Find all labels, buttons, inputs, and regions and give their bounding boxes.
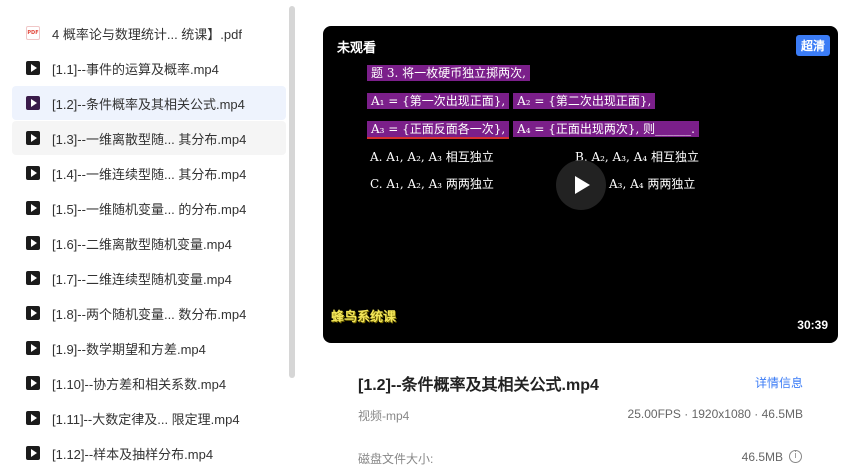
video-file-icon (26, 446, 40, 460)
file-type: 视频-mp4 (358, 409, 410, 423)
file-name: [1.5]--一维随机变量... 的分布.mp4 (52, 201, 247, 217)
play-button[interactable] (556, 160, 606, 210)
frame-event-a1: A₁ = {第一次出现正面}, (367, 93, 510, 109)
file-name: [1.2]--条件概率及其相关公式.mp4 (52, 96, 245, 112)
disk-size-value: 46.5MB (741, 450, 783, 464)
file-name: 4 概率论与数理统计... 统课】.pdf (52, 26, 242, 42)
file-item[interactable]: [1.2]--条件概率及其相关公式.mp4 (12, 86, 286, 120)
file-list: PDF 4 概率论与数理统计... 统课】.pdf [1.1]--事件的运算及概率.… (0, 0, 290, 473)
file-item[interactable]: PDF 4 概率论与数理统计... 统课】.pdf (12, 16, 286, 50)
file-name: [1.11]--大数定律及... 限定理.mp4 (52, 411, 240, 427)
video-file-icon (26, 411, 40, 425)
frame-watermark: 蜂鸟系统课 (331, 310, 397, 325)
file-item[interactable]: [1.6]--二维离散型随机变量.mp4 (12, 226, 286, 260)
file-item[interactable]: [1.7]--二维连续型随机变量.mp4 (12, 261, 286, 295)
video-file-icon (26, 201, 40, 215)
file-name: [1.3]--一维离散型随... 其分布.mp4 (52, 131, 247, 147)
file-item[interactable]: [1.1]--事件的运算及概率.mp4 (12, 51, 286, 85)
video-file-icon (26, 236, 40, 250)
pdf-file-icon: PDF (26, 26, 40, 40)
frame-question: 题 3. 将一枚硬币独立掷两次, (367, 64, 530, 81)
file-name: [1.9]--数学期望和方差.mp4 (52, 341, 206, 357)
frame-option-a: A. A₁, A₂, A₃ 相互独立 (370, 150, 494, 164)
file-name: [1.10]--协方差和相关系数.mp4 (52, 376, 227, 392)
video-file-icon (26, 341, 40, 355)
file-item[interactable]: [1.4]--一维连续型随... 其分布.mp4 (12, 156, 286, 190)
file-item[interactable]: [1.3]--一维离散型随... 其分布.mp4 (12, 121, 286, 155)
file-item[interactable]: [1.8]--两个随机变量... 数分布.mp4 (12, 296, 286, 330)
watch-status: 未观看 (337, 40, 377, 55)
file-item[interactable]: [1.10]--协方差和相关系数.mp4 (12, 366, 286, 400)
video-duration: 30:39 (797, 318, 828, 332)
video-file-icon (26, 61, 40, 75)
frame-option-d: A₃, A₄ 两两独立 (609, 177, 696, 191)
video-file-icon (26, 306, 40, 320)
file-name: [1.12]--样本及抽样分布.mp4 (52, 446, 214, 462)
disk-size-label: 磁盘文件大小: (358, 452, 434, 466)
file-name: [1.7]--二维连续型随机变量.mp4 (52, 271, 232, 287)
video-file-icon (26, 96, 40, 110)
info-icon[interactable]: i (789, 450, 802, 463)
frame-event-a3: A₃ = {正面反面各一次}, (367, 121, 510, 139)
video-player[interactable]: 未观看 超清 题 3. 将一枚硬币独立掷两次, A₁ = {第一次出现正面}, … (323, 26, 838, 343)
file-item[interactable]: [1.9]--数学期望和方差.mp4 (12, 331, 286, 365)
file-item[interactable]: [1.11]--大数定律及... 限定理.mp4 (12, 401, 286, 435)
video-file-icon (26, 376, 40, 390)
frame-line-3: A₃ = {正面反面各一次}, A₄ = {正面出现两次}, 则______. (367, 120, 699, 139)
video-file-icon (26, 166, 40, 180)
video-file-icon (26, 131, 40, 145)
file-name: [1.8]--两个随机变量... 数分布.mp4 (52, 306, 247, 322)
frame-line-1: 题 3. 将一枚硬币独立掷两次, (367, 65, 530, 81)
video-title: [1.2]--条件概率及其相关公式.mp4 (358, 377, 599, 394)
quality-button[interactable]: 超清 (795, 35, 830, 56)
file-item[interactable]: [1.5]--一维随机变量... 的分布.mp4 (12, 191, 286, 225)
frame-event-a4: A₄ = {正面出现两次}, 则______. (513, 121, 699, 137)
video-specs: 25.00FPS · 1920x1080 · 46.5MB (627, 407, 803, 421)
app-root: PDF 4 概率论与数理统计... 统课】.pdf [1.1]--事件的运算及概率.… (0, 0, 845, 473)
pdf-icon-label: PDF (27, 30, 39, 36)
frame-event-a2: A₂ = {第二次出现正面}, (513, 93, 656, 109)
video-file-icon (26, 271, 40, 285)
file-name: [1.4]--一维连续型随... 其分布.mp4 (52, 166, 247, 182)
frame-option-c: C. A₁, A₂, A₃ 两两独立 (370, 177, 494, 191)
file-name: [1.1]--事件的运算及概率.mp4 (52, 61, 219, 77)
file-name: [1.6]--二维离散型随机变量.mp4 (52, 236, 232, 252)
file-item[interactable]: [1.12]--样本及抽样分布.mp4 (12, 436, 286, 470)
details-info-link[interactable]: 详情信息 (755, 374, 803, 391)
file-list-scrollbar[interactable] (289, 6, 295, 378)
frame-line-2: A₁ = {第一次出现正面}, A₂ = {第二次出现正面}, (367, 92, 656, 109)
